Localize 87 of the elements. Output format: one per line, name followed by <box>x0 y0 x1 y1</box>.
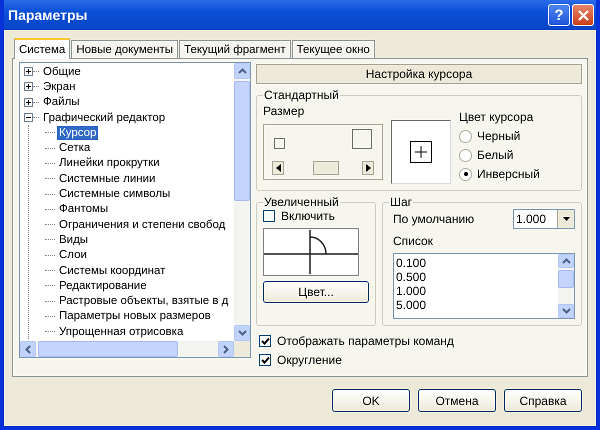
default-step-label: По умолчанию <box>393 212 474 226</box>
group-title: Увеличенный <box>263 195 340 209</box>
color-button[interactable]: Цвет... <box>263 281 369 303</box>
checkbox-option[interactable]: Округление <box>259 353 582 367</box>
tab[interactable]: Текущий фрагмент <box>179 40 291 58</box>
window-title: Параметры <box>8 7 88 23</box>
vertical-scrollbar[interactable] <box>234 63 250 341</box>
tree-item[interactable]: Растровые объекты, взятые в д <box>57 294 230 308</box>
step-listbox[interactable]: 0.100 0.500 1.000 5.000 <box>393 253 575 319</box>
list-label: Список <box>392 234 434 248</box>
help-button[interactable]: ? <box>548 4 570 26</box>
expand-icon[interactable] <box>24 82 33 92</box>
slider-thumb[interactable] <box>312 161 339 175</box>
radio-button[interactable] <box>459 130 472 142</box>
group-title: Стандартный <box>263 88 340 102</box>
expand-icon[interactable] <box>24 98 33 107</box>
tree-item[interactable]: Системные линии <box>57 172 158 186</box>
group-title: Шаг <box>389 195 414 209</box>
scroll-left-button[interactable] <box>20 341 36 357</box>
tree-item[interactable]: Виды <box>57 232 90 247</box>
vertical-scrollbar[interactable] <box>558 254 574 318</box>
list-item[interactable]: 0.500 <box>396 270 556 284</box>
horizontal-scrollbar[interactable] <box>20 341 250 357</box>
scroll-thumb[interactable] <box>558 270 574 288</box>
radio-option[interactable]: Черный <box>459 129 540 143</box>
section-header: Настройка курсора <box>256 64 582 84</box>
chevron-up-icon <box>562 258 570 264</box>
checkbox[interactable] <box>263 210 275 222</box>
tree-item[interactable]: Графический редактор <box>41 110 168 125</box>
close-icon <box>578 10 588 20</box>
triangle-down-icon <box>562 217 570 221</box>
dialog-button[interactable]: OK <box>332 389 410 412</box>
default-step-combobox[interactable]: 1.000 <box>513 209 575 229</box>
scroll-up-button[interactable] <box>234 63 250 79</box>
list-item[interactable]: 5.000 <box>396 298 556 312</box>
checkbox-option[interactable]: Включить <box>263 209 369 223</box>
chevron-right-icon <box>223 344 229 354</box>
tab[interactable]: Текущее окно <box>292 40 375 58</box>
tree-item[interactable]: Системные символы <box>57 187 172 202</box>
chevron-up-icon <box>238 68 246 74</box>
tree-item[interactable]: Системы координат <box>57 264 168 278</box>
cursor-color-label: Цвет курсора <box>459 110 534 124</box>
tab[interactable]: Система <box>14 38 70 59</box>
scroll-up-button[interactable] <box>558 254 574 268</box>
chevron-down-icon <box>562 308 570 314</box>
tab[interactable]: Новые документы <box>71 40 178 58</box>
radio-option[interactable]: Инверсный <box>459 167 540 181</box>
tree-item[interactable]: Фантомы <box>57 202 110 216</box>
tree-item[interactable]: Линейки прокрутки <box>57 156 162 170</box>
tree-item[interactable]: Редактирование <box>57 278 149 293</box>
dialog-button[interactable]: Справка <box>504 389 582 412</box>
crosshair-cursor-icon <box>410 141 432 163</box>
list-item[interactable]: 1.000 <box>396 284 556 298</box>
chevron-left-icon <box>25 344 31 354</box>
tree-item[interactable]: Файлы <box>41 95 82 110</box>
scroll-thumb[interactable] <box>38 341 178 357</box>
scroll-down-button[interactable] <box>234 325 250 341</box>
scroll-down-button[interactable] <box>558 304 574 318</box>
dropdown-button[interactable] <box>557 210 574 228</box>
tree-item[interactable]: Сетка <box>57 141 92 156</box>
radio-option[interactable]: Белый <box>459 148 540 162</box>
size-label: Размер <box>263 104 306 118</box>
tree-item[interactable]: Общие <box>41 64 83 79</box>
tree-item[interactable]: Курсор <box>57 126 98 140</box>
triangle-left-icon <box>276 164 280 172</box>
radio-button[interactable] <box>459 168 472 180</box>
checkbox[interactable] <box>259 354 271 366</box>
scroll-right-button[interactable] <box>218 341 234 357</box>
checkbox[interactable] <box>259 335 271 347</box>
expand-icon[interactable] <box>24 67 33 76</box>
tree-item[interactable]: Ограничения и степени свобод <box>57 218 228 232</box>
tree-item[interactable]: Параметры новых размеров <box>57 309 213 324</box>
checkbox-option[interactable]: Отображать параметры команд <box>259 334 582 348</box>
tree-item[interactable]: Экран <box>41 80 78 94</box>
list-item[interactable]: 0.100 <box>396 256 556 270</box>
collapse-icon[interactable] <box>24 113 33 122</box>
small-square-icon <box>274 138 285 149</box>
scroll-thumb[interactable] <box>234 81 250 201</box>
radio-button[interactable] <box>459 148 472 162</box>
dialog-button[interactable]: Отмена <box>418 389 496 412</box>
scrollbar-corner <box>234 341 250 357</box>
large-square-icon <box>352 129 372 149</box>
chevron-down-icon <box>238 330 246 336</box>
close-button[interactable] <box>572 4 594 26</box>
tree-item[interactable]: Слои <box>57 248 89 262</box>
tree-item[interactable]: Упрощенная отрисовка <box>57 324 186 339</box>
triangle-right-icon <box>366 164 370 172</box>
